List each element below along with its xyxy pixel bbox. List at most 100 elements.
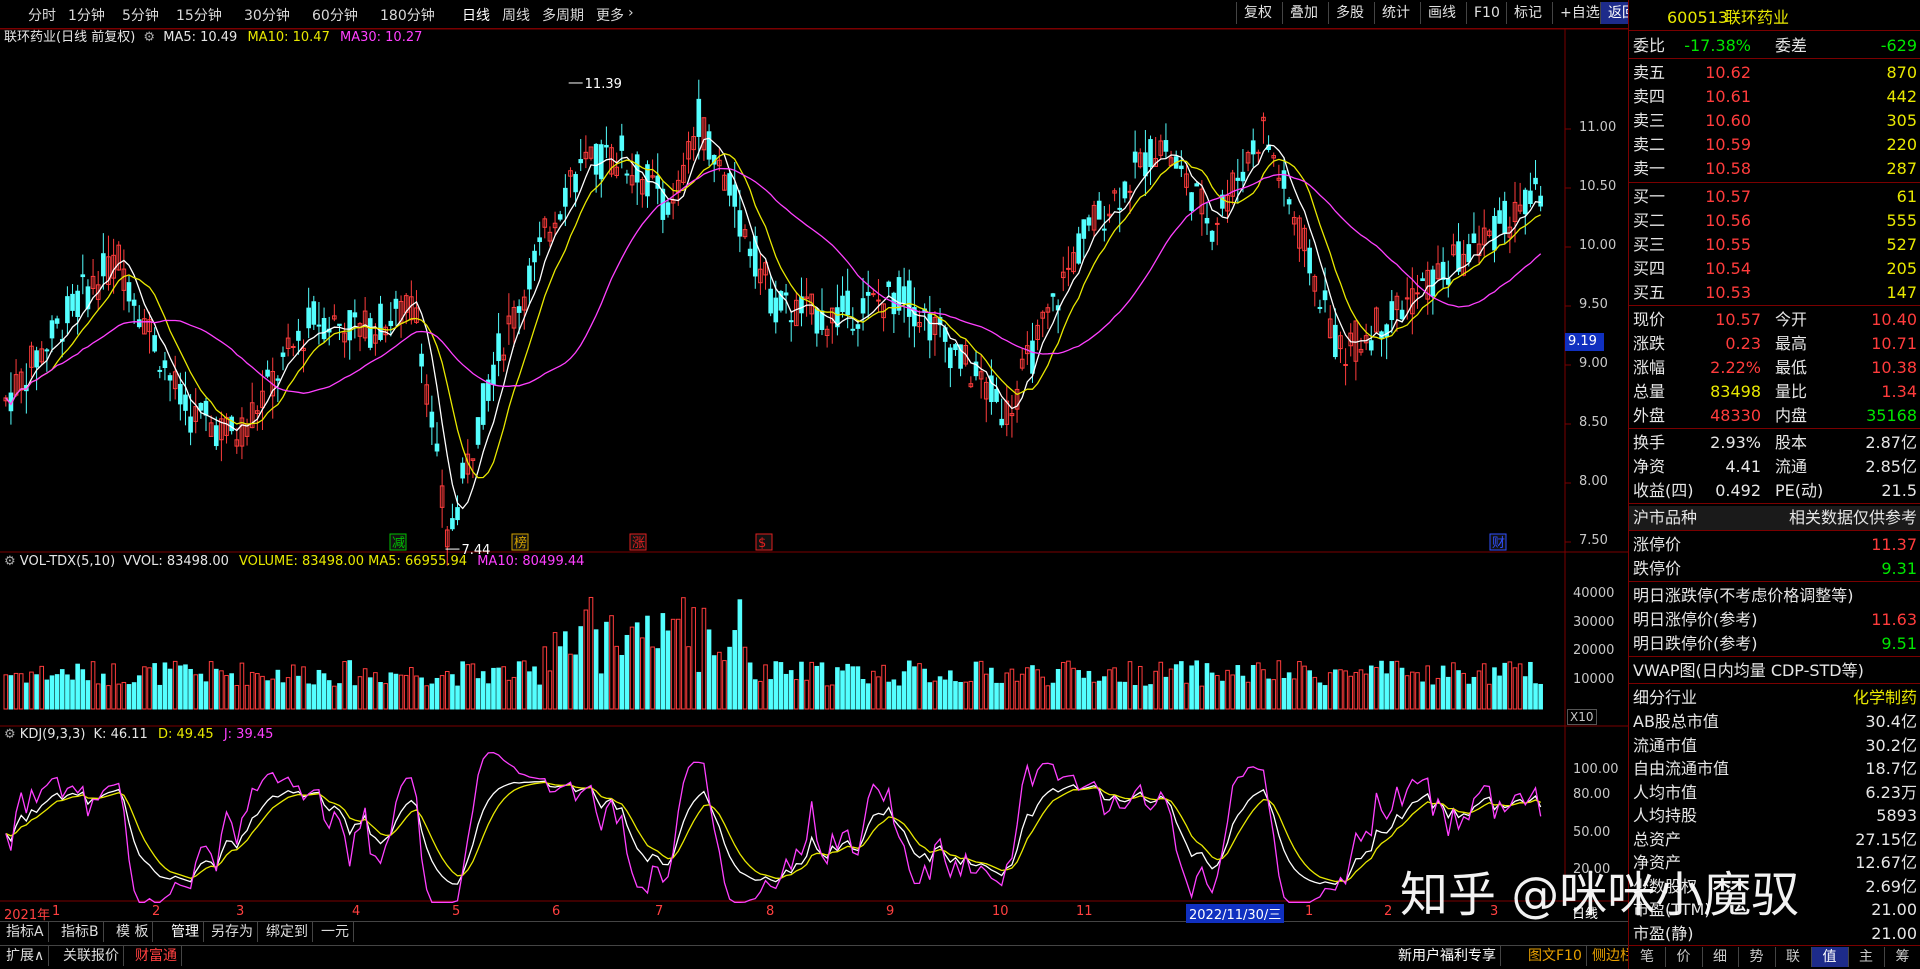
volume-settings-icon[interactable]: ⚙ — [4, 554, 16, 569]
bottom-right-link-0[interactable]: 新用户福利专享 — [1394, 946, 1501, 966]
time-axis-label-3: 3 — [236, 904, 245, 919]
volume-bar — [1343, 670, 1348, 710]
toolbar-action-3[interactable]: 统计 — [1374, 2, 1417, 24]
vwap-row[interactable]: VWAP图(日内均量 CDP-STD等) — [1629, 659, 1920, 683]
period-tab-5[interactable]: 60分钟 — [312, 5, 358, 25]
volume-bar — [1404, 675, 1410, 710]
volume-bar — [1214, 675, 1220, 710]
extension-tab-1[interactable]: 关联报价 — [59, 946, 124, 966]
indicator-tab-6[interactable]: 一元 — [317, 922, 354, 942]
volume-bar — [1081, 677, 1087, 710]
volume-bar — [1307, 670, 1312, 710]
volume-bar — [3, 674, 9, 710]
sell-label: 卖三 — [1633, 111, 1666, 130]
extension-tab-2[interactable]: 财富通 — [131, 946, 182, 966]
candle-body — [1250, 140, 1256, 155]
period-tab-8[interactable]: 周线 — [502, 5, 530, 25]
next-limit-title: 明日涨跌停(不考虑价格调整等) — [1633, 586, 1854, 605]
sell-label: 卖一 — [1633, 159, 1666, 178]
buy-price: 10.53 — [1705, 283, 1751, 302]
toolbar-action-0[interactable]: 复权 — [1236, 2, 1279, 24]
chevron-right-icon[interactable]: › — [628, 5, 634, 21]
event-badge-4: 财 — [1492, 536, 1505, 551]
indicator-tab-2[interactable]: 模 板 — [112, 922, 154, 942]
candle-body — [845, 290, 850, 316]
period-toolbar: 分时 1分钟 5分钟 15分钟 30分钟 60分钟 180分钟 日线 周线 多周期 更多 › 复权 叠加多… — [0, 0, 1643, 29]
fund-label-a: 净资 — [1633, 457, 1666, 476]
candle-body — [1179, 165, 1184, 170]
side-tab-3[interactable]: 势 — [1739, 947, 1776, 967]
period-tab-1[interactable]: 1分钟 — [68, 5, 105, 25]
indicator-tab-5[interactable]: 绑定到 — [262, 922, 313, 942]
volume-bar — [655, 648, 661, 710]
indicator-tab-0[interactable]: 指标A — [2, 922, 49, 942]
toolbar-action-2[interactable]: 多股 — [1328, 2, 1371, 24]
chart-area[interactable]: 11.39 7.44 减榜涨 $ 财 联环药业(日线 前复权) ⚙ MA5: 10.49… — [0, 28, 1628, 903]
sell-price: 10.61 — [1705, 87, 1751, 106]
period-tab-2[interactable]: 5分钟 — [122, 5, 159, 25]
toolbar-action-7[interactable]: +自选 — [1552, 2, 1607, 24]
volume-bar — [1261, 669, 1266, 710]
volume-bar — [891, 679, 897, 710]
period-tab-0[interactable]: 分时 — [28, 5, 56, 25]
period-tab-7[interactable]: 日线 — [462, 5, 490, 25]
volume-bar — [1399, 667, 1405, 710]
toolbar-action-1[interactable]: 叠加 — [1282, 2, 1325, 24]
candle-body — [906, 280, 912, 317]
side-tab-0[interactable]: 笔 — [1629, 947, 1666, 967]
volume-bar — [768, 679, 773, 710]
candle-body — [54, 318, 60, 324]
period-tab-3[interactable]: 15分钟 — [176, 5, 222, 25]
weibi-row: 委比 -17.38% 委差 -629 — [1629, 34, 1920, 58]
indicator-tab-3[interactable]: 管理 — [167, 922, 204, 942]
quote-row-4: 外盘 48330 内盘 35168 — [1629, 404, 1920, 428]
candle-body — [876, 299, 881, 302]
time-axis-label-7: 7 — [655, 904, 664, 919]
candle-body — [1466, 244, 1472, 263]
side-tab-7[interactable]: 筹 — [1885, 947, 1920, 967]
kdj-settings-icon[interactable]: ⚙ — [4, 727, 16, 742]
side-tab-4[interactable]: 联 — [1775, 947, 1812, 967]
side-tab-6[interactable]: 主 — [1848, 947, 1885, 967]
period-tab-10[interactable]: 更多 — [596, 5, 624, 25]
toolbar-action-4[interactable]: 画线 — [1420, 2, 1463, 24]
toolbar-action-6[interactable]: 标记 — [1506, 2, 1549, 24]
rp-sep-limits — [1629, 581, 1920, 582]
volume-bar — [229, 673, 234, 710]
rp-sep-market — [1629, 530, 1920, 531]
volume-bar — [270, 678, 276, 710]
settings-gear-icon[interactable]: ⚙ — [143, 30, 155, 45]
stat-row-2: 自由流通市值 18.7亿 — [1629, 757, 1920, 781]
volume-bar — [332, 685, 337, 710]
volume-bar — [398, 674, 404, 710]
volume-bar — [1163, 676, 1169, 710]
period-tab-6[interactable]: 180分钟 — [380, 5, 435, 25]
period-tab-4[interactable]: 30分钟 — [244, 5, 290, 25]
indicator-tab-1[interactable]: 指标B — [57, 922, 104, 942]
price-axis-label-0: 11.00 — [1579, 120, 1617, 135]
extension-tab-0[interactable]: 扩展∧ — [2, 946, 50, 966]
fund-row-1: 净资 4.41 流通 2.85亿 — [1629, 455, 1920, 479]
side-tab-2[interactable]: 细 — [1702, 947, 1739, 967]
candle-body — [1214, 222, 1220, 225]
volume-bar — [1225, 669, 1230, 710]
candle-body — [1317, 306, 1323, 309]
extension-tabs: 扩展∧ 关联报价 财富通 新用户福利专享 图文F10 侧边栏 « — [0, 945, 1653, 968]
period-tab-9[interactable]: 多周期 — [542, 5, 584, 25]
volume-bar — [778, 662, 784, 710]
industry-row: 细分行业 化学制药 — [1629, 686, 1920, 710]
buy-level-1: 买二 10.56 555 — [1629, 209, 1920, 233]
volume-bar — [1199, 685, 1205, 710]
kline-chart[interactable]: 11.397.44减榜涨 $ 财 — [0, 28, 1628, 903]
volume-bar — [634, 622, 640, 710]
stat-value: 2.69亿 — [1865, 876, 1917, 896]
side-tab-5[interactable]: 值 — [1811, 947, 1849, 967]
indicator-tab-4[interactable]: 另存为 — [207, 922, 258, 942]
toolbar-action-5[interactable]: F10 — [1466, 2, 1507, 24]
candle-body — [850, 328, 856, 331]
candle-body — [1081, 219, 1087, 239]
volume-bar — [1502, 662, 1508, 710]
vvol-readout: VVOL: 83498.00 — [123, 554, 229, 569]
side-tab-1[interactable]: 价 — [1666, 947, 1703, 967]
bottom-right-link-1[interactable]: 图文F10 — [1524, 946, 1587, 966]
